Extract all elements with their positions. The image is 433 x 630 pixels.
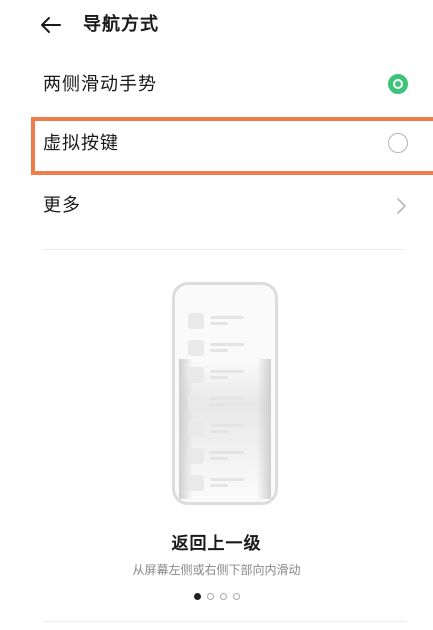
- gesture-title: 返回上一级: [171, 534, 262, 554]
- radio-selected-icon[interactable]: [388, 74, 408, 94]
- arrow-left-icon[interactable]: [38, 12, 64, 38]
- page-dot-active[interactable]: [193, 593, 201, 600]
- header-bar: 导航方式: [0, 0, 433, 52]
- divider: [43, 249, 406, 250]
- page-title: 导航方式: [83, 14, 159, 35]
- page-dot[interactable]: [219, 593, 227, 600]
- option-row-gesture[interactable]: 两侧滑动手势: [0, 56, 433, 114]
- chevron-right-icon: [397, 198, 406, 214]
- page-dot[interactable]: [206, 593, 214, 600]
- option-row-more[interactable]: 更多: [0, 177, 433, 235]
- gesture-description: 从屏幕左侧或右侧下部向内滑动: [132, 563, 301, 577]
- highlight-box: [31, 117, 433, 175]
- phone-preview-illustration: [172, 282, 278, 505]
- page-indicator[interactable]: [0, 593, 433, 600]
- option-label: 两侧滑动手势: [43, 74, 157, 95]
- page-dot[interactable]: [232, 593, 240, 600]
- option-label: 更多: [43, 195, 81, 216]
- divider: [43, 621, 406, 622]
